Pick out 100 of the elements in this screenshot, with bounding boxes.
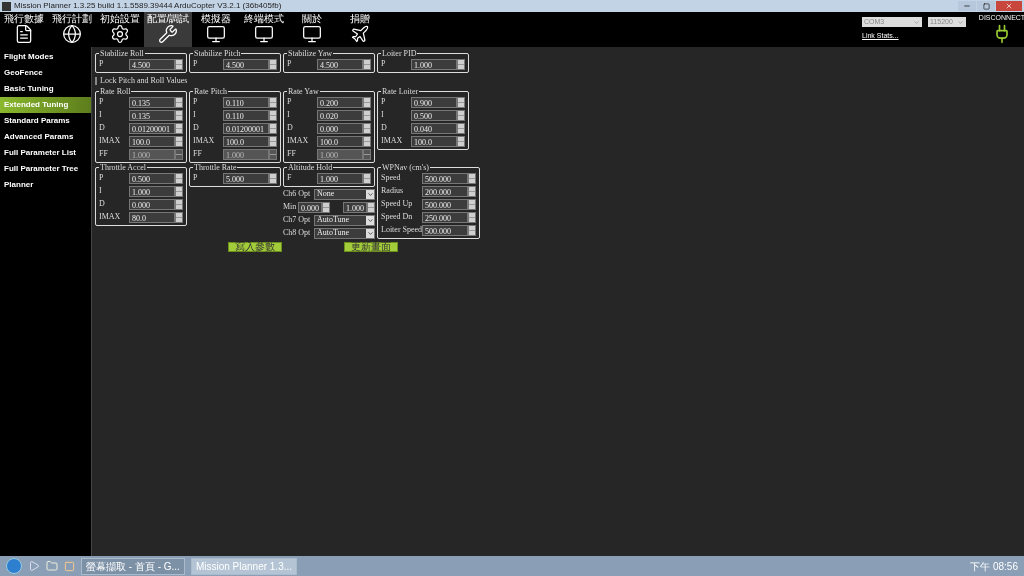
number-field[interactable]: 4.500 — [317, 58, 363, 70]
number-field[interactable]: 0.000 — [297, 201, 322, 213]
number-field[interactable]: 0.110 — [223, 96, 269, 108]
parameter-label: D — [381, 122, 387, 134]
number-field[interactable]: 80.0 — [129, 211, 175, 223]
action-button[interactable]: 寫入參數 — [228, 242, 282, 252]
sidebar-item[interactable]: Full Parameter Tree — [0, 161, 91, 177]
number-field[interactable]: 0.200 — [317, 96, 363, 108]
number-field[interactable]: 0.020 — [317, 109, 363, 121]
spin-buttons[interactable] — [175, 135, 183, 147]
spin-buttons[interactable] — [175, 96, 183, 108]
spin-buttons[interactable] — [468, 211, 477, 223]
number-field[interactable]: 0.000 — [317, 122, 363, 134]
spin-buttons[interactable] — [175, 58, 183, 70]
spin-buttons[interactable] — [457, 109, 465, 121]
close-button[interactable] — [996, 1, 1022, 11]
start-button[interactable] — [6, 558, 22, 574]
spin-buttons[interactable] — [367, 201, 375, 213]
sidebar-item[interactable]: Basic Tuning — [0, 81, 91, 97]
spin-buttons[interactable] — [269, 122, 277, 134]
number-field[interactable]: 500.000 — [422, 224, 469, 236]
toolbar-tab[interactable]: 終端模式 — [240, 12, 288, 47]
number-field[interactable]: 100.0 — [129, 135, 175, 147]
spin-buttons[interactable] — [321, 201, 330, 213]
spin-buttons[interactable] — [175, 122, 183, 134]
spin-buttons[interactable] — [468, 198, 477, 210]
option-dropdown[interactable]: AutoTune — [314, 227, 375, 239]
spin-buttons[interactable] — [457, 96, 465, 108]
number-field[interactable]: 0.01200001 — [223, 122, 269, 134]
spin-buttons[interactable] — [269, 58, 277, 70]
sidebar-item[interactable]: Advanced Params — [0, 129, 91, 145]
spin-buttons[interactable] — [468, 224, 477, 236]
number-field[interactable]: 1.000 — [317, 172, 363, 184]
option-dropdown[interactable]: None — [314, 188, 375, 200]
number-field[interactable]: 250.000 — [422, 211, 469, 223]
parameter-label: IMAX — [381, 135, 403, 147]
spin-buttons[interactable] — [269, 172, 277, 184]
spin-buttons[interactable] — [175, 185, 183, 197]
toolbar-tab[interactable]: 飛行數據 — [0, 12, 48, 47]
sidebar-item[interactable]: Standard Params — [0, 113, 91, 129]
spin-buttons[interactable] — [175, 198, 183, 210]
spin-buttons[interactable] — [269, 109, 277, 121]
sidebar-item[interactable]: GeoFence — [0, 65, 91, 81]
sidebar-item[interactable]: Extended Tuning — [0, 97, 91, 113]
spin-buttons[interactable] — [363, 135, 371, 147]
number-field[interactable]: 0.500 — [411, 109, 457, 121]
spin-buttons[interactable] — [269, 148, 277, 160]
number-field[interactable]: 0.135 — [129, 109, 175, 121]
number-field[interactable]: 5.000 — [223, 172, 269, 184]
number-field[interactable]: 0.110 — [223, 109, 269, 121]
toolbar-tab[interactable]: 初始設置 — [96, 12, 144, 47]
number-field[interactable]: 100.0 — [317, 135, 363, 147]
spin-buttons[interactable] — [175, 172, 183, 184]
number-field[interactable]: 0.01200001 — [129, 122, 175, 134]
toolbar-tab[interactable]: 模擬器 — [192, 12, 240, 47]
toolbar-tab[interactable]: 飛行計劃 — [48, 12, 96, 47]
group-title: Rate Yaw — [287, 87, 320, 96]
spin-buttons[interactable] — [363, 109, 371, 121]
toolbar-tab[interactable]: 捐贈 — [336, 12, 384, 47]
number-field[interactable]: 200.000 — [422, 185, 469, 197]
sidebar-item[interactable]: Planner — [0, 177, 91, 193]
group-title: Loiter PID — [381, 49, 418, 58]
number-field[interactable]: 500.000 — [422, 198, 469, 210]
toolbar-tab[interactable]: 配置/調試 — [144, 12, 192, 47]
number-field[interactable]: 1.000 — [343, 201, 367, 213]
number-field[interactable]: 4.500 — [223, 58, 269, 70]
number-field[interactable]: 0.500 — [129, 172, 175, 184]
spin-buttons[interactable] — [468, 185, 477, 197]
spin-buttons[interactable] — [175, 211, 183, 223]
wrench-icon — [158, 24, 178, 44]
spin-buttons[interactable] — [363, 172, 371, 184]
number-field[interactable]: 4.500 — [129, 58, 175, 70]
spin-buttons[interactable] — [457, 122, 465, 134]
number-field[interactable]: 0.135 — [129, 96, 175, 108]
spin-buttons[interactable] — [175, 109, 183, 121]
spin-buttons[interactable] — [363, 96, 371, 108]
spin-buttons[interactable] — [175, 148, 183, 160]
number-field[interactable]: 100.0 — [223, 135, 269, 147]
spin-buttons[interactable] — [457, 135, 465, 147]
spin-buttons[interactable] — [363, 148, 371, 160]
number-field[interactable]: 0.900 — [411, 96, 457, 108]
number-field[interactable]: 1.000 — [129, 185, 175, 197]
sidebar-item[interactable]: Flight Modes — [0, 49, 91, 65]
number-field[interactable]: 500.000 — [422, 172, 469, 184]
spin-buttons[interactable] — [457, 58, 465, 70]
action-button[interactable]: 更新畫面 — [344, 242, 398, 252]
spin-buttons[interactable] — [363, 58, 371, 70]
sidebar-item[interactable]: Full Parameter List — [0, 145, 91, 161]
number-field[interactable]: 0.000 — [129, 198, 175, 210]
parameter-label: D — [99, 122, 105, 134]
parameter-label: Speed Up — [381, 198, 413, 210]
spin-buttons[interactable] — [269, 135, 277, 147]
number-field[interactable]: 1.000 — [411, 58, 457, 70]
number-field[interactable]: 0.040 — [411, 122, 457, 134]
toolbar-tab[interactable]: 關於 — [288, 12, 336, 47]
number-field[interactable]: 100.0 — [411, 135, 457, 147]
option-dropdown[interactable]: AutoTune — [314, 214, 375, 226]
spin-buttons[interactable] — [468, 172, 477, 184]
spin-buttons[interactable] — [363, 122, 371, 134]
spin-buttons[interactable] — [269, 96, 277, 108]
